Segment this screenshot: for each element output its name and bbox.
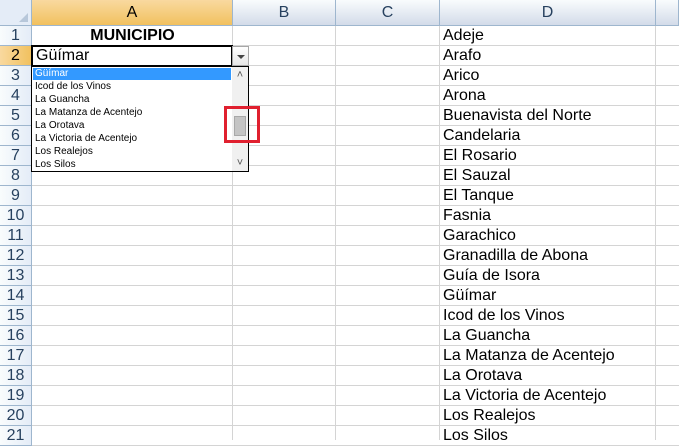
dropdown-item[interactable]: Los Realejos — [33, 146, 231, 158]
cell-d18[interactable]: La Orotava — [440, 366, 656, 386]
cell-d12[interactable]: Granadilla de Abona — [440, 246, 656, 266]
row-header-4[interactable]: 4 — [0, 86, 32, 106]
scroll-down-icon[interactable]: ˅ — [232, 155, 248, 171]
cell-d11[interactable]: Garachico — [440, 226, 656, 246]
column-header-c[interactable]: C — [336, 0, 440, 26]
row-header-7[interactable]: 7 — [0, 146, 32, 166]
cell-a1-municipio-header[interactable]: MUNICIPIO — [32, 26, 233, 46]
cell-d3[interactable]: Arico — [440, 66, 656, 86]
cell-d5[interactable]: Buenavista del Norte — [440, 106, 656, 126]
column-header-b[interactable]: B — [233, 0, 336, 26]
row-header-14[interactable]: 14 — [0, 286, 32, 306]
row-header-13[interactable]: 13 — [0, 266, 32, 286]
active-cell-value: Güímar — [36, 47, 90, 64]
row-header-10[interactable]: 10 — [0, 206, 32, 226]
row-header-6[interactable]: 6 — [0, 126, 32, 146]
cell-d20[interactable]: Los Realejos — [440, 406, 656, 426]
chevron-down-icon — [237, 55, 245, 59]
select-all-triangle — [19, 13, 28, 22]
row-header-3[interactable]: 3 — [0, 66, 32, 86]
cell-d16[interactable]: La Guancha — [440, 326, 656, 346]
select-all-corner[interactable] — [0, 0, 32, 26]
dropdown-item[interactable]: Los Silos — [33, 159, 231, 171]
column-header-next[interactable] — [656, 0, 679, 26]
cell-d13[interactable]: Guía de Isora — [440, 266, 656, 286]
cell-d10[interactable]: Fasnia — [440, 206, 656, 226]
row-header-16[interactable]: 16 — [0, 326, 32, 346]
row-header-8[interactable]: 8 — [0, 166, 32, 186]
cell-d9[interactable]: El Tanque — [440, 186, 656, 206]
dropdown-item[interactable]: La Victoria de Acentejo — [33, 133, 231, 145]
cell-d15[interactable]: Icod de los Vinos — [440, 306, 656, 326]
cell-d6[interactable]: Candelaria — [440, 126, 656, 146]
highlight-annotation-box — [224, 106, 260, 143]
cell-d4[interactable]: Arona — [440, 86, 656, 106]
cell-d8[interactable]: El Sauzal — [440, 166, 656, 186]
dropdown-item[interactable]: La Matanza de Acentejo — [33, 107, 231, 119]
dropdown-item[interactable]: Güímar — [33, 68, 231, 80]
row-header-11[interactable]: 11 — [0, 226, 32, 246]
row-header-19[interactable]: 19 — [0, 386, 32, 406]
scroll-up-icon[interactable]: ˄ — [232, 67, 248, 83]
cell-d19[interactable]: La Victoria de Acentejo — [440, 386, 656, 406]
row-header-1[interactable]: 1 — [0, 26, 32, 46]
row-header-17[interactable]: 17 — [0, 346, 32, 366]
row-header-15[interactable]: 15 — [0, 306, 32, 326]
validation-dropdown-list[interactable]: Güímar Icod de los Vinos La Guancha La Mata… — [31, 66, 249, 172]
row-header-21[interactable]: 21 — [0, 426, 32, 446]
cell-d7[interactable]: El Rosario — [440, 146, 656, 166]
cell-d14[interactable]: Güímar — [440, 286, 656, 306]
row-header-12[interactable]: 12 — [0, 246, 32, 266]
dropdown-button[interactable] — [232, 46, 249, 66]
dropdown-item[interactable]: La Orotava — [33, 120, 231, 132]
cell-d1[interactable]: Adeje — [440, 26, 656, 46]
dropdown-item[interactable]: Icod de los Vinos — [33, 81, 231, 93]
row-header-2[interactable]: 2 — [0, 46, 32, 66]
column-header-a[interactable]: A — [32, 0, 233, 26]
cell-d21[interactable]: Los Silos — [440, 426, 656, 446]
cell-d17[interactable]: La Matanza de Acentejo — [440, 346, 656, 366]
column-header-d[interactable]: D — [440, 0, 656, 26]
gridline-vertical — [335, 26, 336, 440]
row-header-5[interactable]: 5 — [0, 106, 32, 126]
row-header-9[interactable]: 9 — [0, 186, 32, 206]
cell-d2[interactable]: Arafo — [440, 46, 656, 66]
row-header-18[interactable]: 18 — [0, 366, 32, 386]
dropdown-item[interactable]: La Guancha — [33, 94, 231, 106]
active-cell-a2[interactable]: Güímar — [31, 45, 233, 67]
row-header-20[interactable]: 20 — [0, 406, 32, 426]
